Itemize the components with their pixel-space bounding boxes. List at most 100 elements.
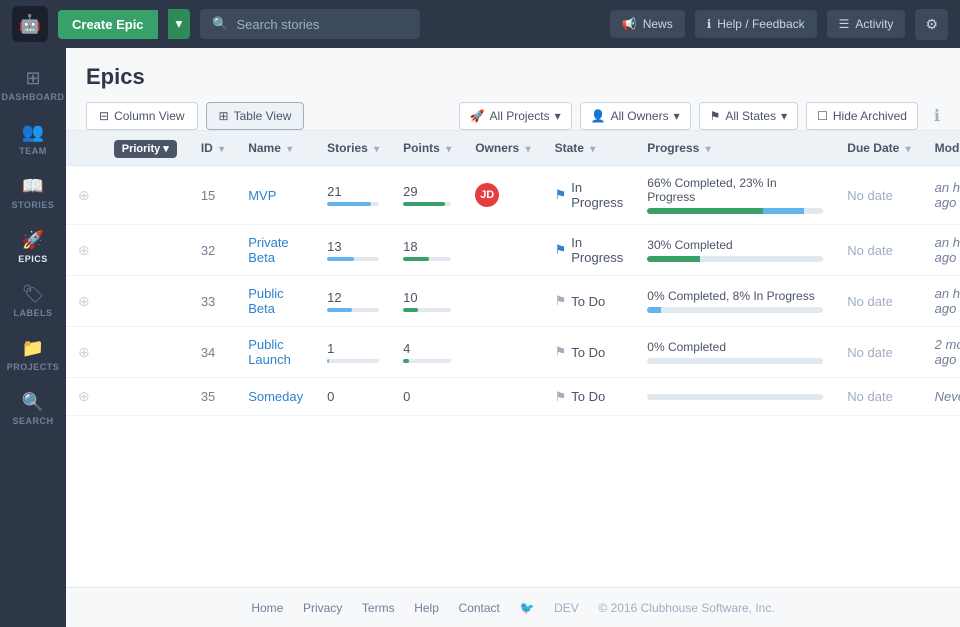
owners-cell bbox=[463, 225, 542, 276]
priority-col-header[interactable]: Priority ▾ bbox=[102, 131, 189, 166]
create-epic-dropdown-button[interactable]: ▾ bbox=[168, 9, 191, 39]
help-button[interactable]: ℹ Help / Feedback bbox=[695, 10, 817, 38]
id-col-header[interactable]: ID ▾ bbox=[189, 131, 236, 166]
sidebar-item-dashboard[interactable]: ⊞ Dashboard bbox=[4, 60, 62, 110]
stories-cell: 1 bbox=[315, 327, 391, 378]
flag-icon: ⚑ bbox=[555, 293, 567, 309]
epics-table-container: Priority ▾ ID ▾ Name ▾ Stories ▾ Points … bbox=[66, 131, 960, 587]
sidebar-item-label: Epics bbox=[18, 254, 48, 264]
epic-name-link[interactable]: Public Beta bbox=[248, 286, 283, 316]
owners-col-header[interactable]: Owners ▾ bbox=[463, 131, 542, 166]
progress-label: 30% Completed bbox=[647, 238, 823, 252]
points-cell: 10 bbox=[391, 276, 463, 327]
epic-name-link[interactable]: Public Launch bbox=[248, 337, 291, 367]
stories-cell: 0 bbox=[315, 378, 391, 416]
owners-cell bbox=[463, 327, 542, 378]
drag-handle[interactable]: ⊕ bbox=[78, 187, 90, 203]
points-cell: 4 bbox=[391, 327, 463, 378]
table-row: ⊕ 35 Someday 0 0 ⚑ To Do bbox=[66, 378, 960, 416]
priority-cell bbox=[102, 166, 189, 225]
sidebar-item-projects[interactable]: 📁 Projects bbox=[4, 330, 62, 380]
table-row: ⊕ 34 Public Launch 1 4 ⚑ To Do 0% Comple… bbox=[66, 327, 960, 378]
avatar: JD bbox=[475, 183, 499, 207]
owners-cell bbox=[463, 276, 542, 327]
view-controls: ⊟ Column View ⊞ Table View 🚀 All Project… bbox=[86, 102, 940, 130]
footer-twitter-icon: 🐦 bbox=[520, 601, 535, 615]
progress-label: 0% Completed bbox=[647, 340, 823, 354]
modified-cell: an hour ago bbox=[923, 225, 960, 276]
id-cell: 15 bbox=[189, 166, 236, 225]
progress-cell: 30% Completed bbox=[635, 225, 835, 276]
footer-contact-link[interactable]: Contact bbox=[459, 601, 500, 615]
name-cell: Private Beta bbox=[236, 225, 315, 276]
flag-icon: ⚑ bbox=[555, 187, 567, 203]
content-area: Epics ⊟ Column View ⊞ Table View 🚀 All P… bbox=[66, 48, 960, 627]
due-date-cell: No date bbox=[835, 378, 922, 416]
footer-help-link[interactable]: Help bbox=[414, 601, 439, 615]
state-label: To Do bbox=[571, 389, 605, 404]
progress-completed-bar bbox=[647, 208, 763, 214]
footer-terms-link[interactable]: Terms bbox=[362, 601, 395, 615]
progress-bar bbox=[647, 358, 823, 364]
column-view-button[interactable]: ⊟ Column View bbox=[86, 102, 198, 130]
sidebar: ⊞ Dashboard 👥 Team 📖 Stories 🚀 Epics 🏷 L… bbox=[0, 48, 66, 627]
sidebar-item-label: Dashboard bbox=[2, 92, 65, 102]
sidebar-item-labels[interactable]: 🏷 Labels bbox=[4, 276, 62, 326]
points-cell: 29 bbox=[391, 166, 463, 225]
owners-filter-icon: 👤 bbox=[591, 109, 606, 123]
settings-button[interactable]: ⚙ bbox=[915, 9, 948, 40]
progress-cell: 0% Completed bbox=[635, 327, 835, 378]
sidebar-item-team[interactable]: 👥 Team bbox=[4, 114, 62, 164]
table-row: ⊕ 32 Private Beta 13 18 ⚑ In Progress 30… bbox=[66, 225, 960, 276]
flag-icon: ⚑ bbox=[555, 242, 567, 258]
table-view-icon: ⊞ bbox=[219, 109, 229, 123]
sidebar-item-search[interactable]: 🔍 Search bbox=[4, 384, 62, 434]
progress-bar bbox=[647, 307, 823, 313]
epic-name-link[interactable]: MVP bbox=[248, 188, 276, 203]
create-epic-button[interactable]: Create Epic bbox=[58, 10, 158, 39]
footer-home-link[interactable]: Home bbox=[251, 601, 283, 615]
stories-icon: 📖 bbox=[22, 176, 44, 197]
progress-bar bbox=[647, 256, 823, 262]
epic-name-link[interactable]: Someday bbox=[248, 389, 303, 404]
news-button[interactable]: 📢 News bbox=[610, 10, 685, 38]
points-col-header[interactable]: Points ▾ bbox=[391, 131, 463, 166]
modified-cell: Never bbox=[923, 378, 960, 416]
table-view-button[interactable]: ⊞ Table View bbox=[206, 102, 305, 130]
modified-col-header[interactable]: Modified ▾ bbox=[923, 131, 960, 166]
all-owners-filter[interactable]: 👤 All Owners ▾ bbox=[580, 102, 691, 130]
activity-button[interactable]: ☰ Activity bbox=[827, 10, 906, 38]
search-bar[interactable]: 🔍 bbox=[200, 9, 420, 39]
state-col-header[interactable]: State ▾ bbox=[543, 131, 636, 166]
all-projects-filter[interactable]: 🚀 All Projects ▾ bbox=[459, 102, 572, 130]
epics-table: Priority ▾ ID ▾ Name ▾ Stories ▾ Points … bbox=[66, 131, 960, 416]
sidebar-item-stories[interactable]: 📖 Stories bbox=[4, 168, 62, 218]
progress-col-header[interactable]: Progress ▾ bbox=[635, 131, 835, 166]
sidebar-item-label: Search bbox=[12, 416, 53, 426]
footer-dev-label: DEV bbox=[554, 601, 579, 615]
drag-handle-cell: ⊕ bbox=[66, 327, 102, 378]
all-states-filter[interactable]: ⚑ All States ▾ bbox=[699, 102, 799, 130]
modified-cell: an hour ago bbox=[923, 166, 960, 225]
stories-cell: 21 bbox=[315, 166, 391, 225]
owners-cell: JD bbox=[463, 166, 542, 225]
stories-col-header[interactable]: Stories ▾ bbox=[315, 131, 391, 166]
dashboard-icon: ⊞ bbox=[25, 68, 40, 89]
id-cell: 32 bbox=[189, 225, 236, 276]
name-col-header[interactable]: Name ▾ bbox=[236, 131, 315, 166]
footer-privacy-link[interactable]: Privacy bbox=[303, 601, 342, 615]
drag-handle[interactable]: ⊕ bbox=[78, 344, 90, 360]
hide-archived-button[interactable]: ☐ Hide Archived bbox=[806, 102, 918, 130]
epic-name-link[interactable]: Private Beta bbox=[248, 235, 288, 265]
priority-cell bbox=[102, 327, 189, 378]
progress-label: 66% Completed, 23% In Progress bbox=[647, 176, 823, 204]
sidebar-item-epics[interactable]: 🚀 Epics bbox=[4, 222, 62, 272]
drag-handle[interactable]: ⊕ bbox=[78, 293, 90, 309]
info-icon: ℹ bbox=[934, 106, 940, 126]
drag-handle[interactable]: ⊕ bbox=[78, 388, 90, 404]
drag-handle[interactable]: ⊕ bbox=[78, 242, 90, 258]
id-cell: 34 bbox=[189, 327, 236, 378]
points-cell: 18 bbox=[391, 225, 463, 276]
due-date-col-header[interactable]: Due Date ▾ bbox=[835, 131, 922, 166]
search-input[interactable] bbox=[236, 17, 408, 32]
